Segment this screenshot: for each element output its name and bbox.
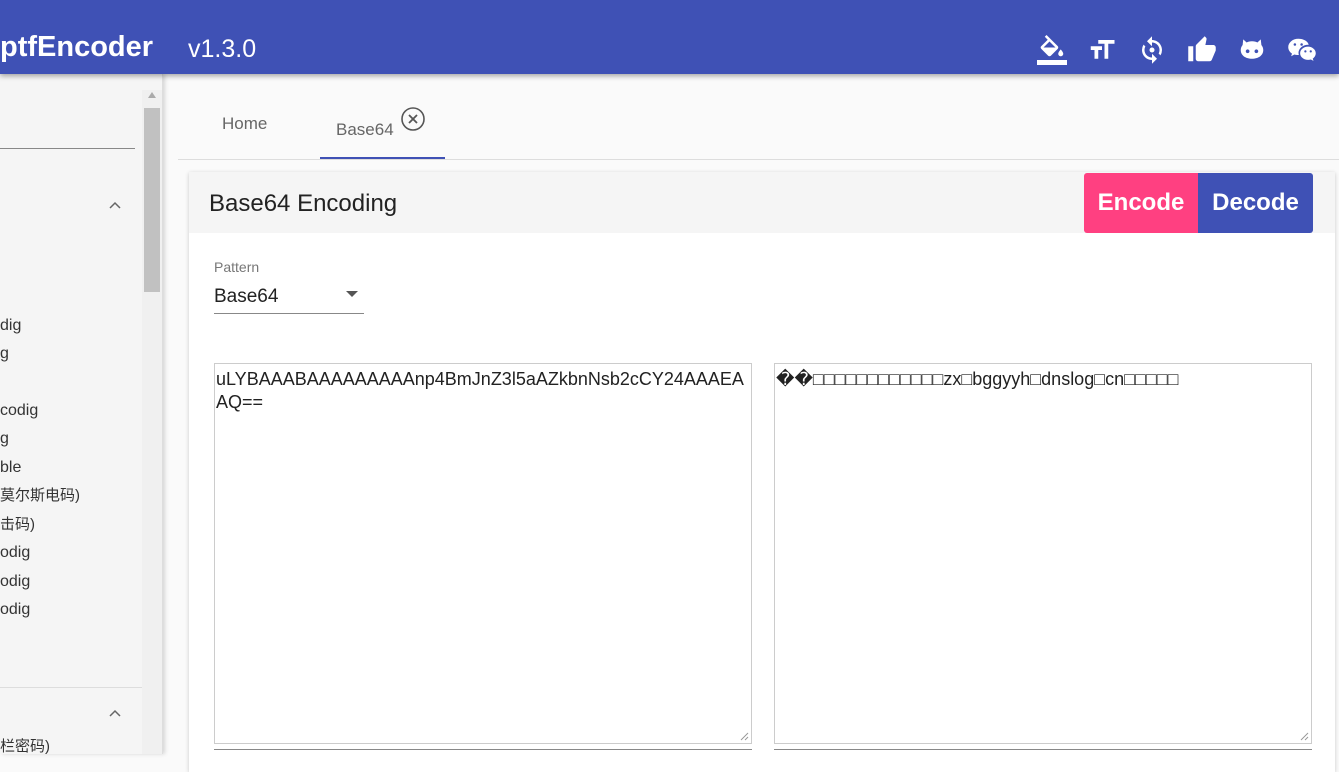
scroll-up-arrow-icon[interactable]	[148, 92, 156, 98]
pattern-value: Base64	[214, 286, 279, 307]
resize-handle-icon[interactable]	[1299, 731, 1309, 741]
thumbs-up-icon[interactable]	[1185, 33, 1219, 67]
input-underline	[214, 749, 752, 750]
tab-base64[interactable]: Base64	[320, 86, 445, 159]
font-size-icon[interactable]	[1085, 33, 1119, 67]
base64-card: Base64 Encoding Encode Decode Pattern Ba…	[189, 172, 1335, 772]
sidebar-item[interactable]: codig	[0, 401, 38, 421]
sidebar-item[interactable]: ble	[0, 458, 21, 478]
app-bar: ptfEncoder v1.3.0	[0, 0, 1339, 74]
tab-home[interactable]: Home	[178, 86, 313, 159]
scroll-thumb[interactable]	[144, 108, 160, 292]
refresh-icon[interactable]	[1135, 33, 1169, 67]
sidebar-scrollbar[interactable]	[142, 90, 162, 754]
sidebar-divider	[0, 687, 142, 688]
output-textarea[interactable]: ��□□□□□□□□□□□□zx□bggyyh□dnslog□cn□□□□□	[774, 363, 1312, 744]
input-text: uLYBAAABAAAAAAAAAnp4BmJnZ3l5aAZkbnNsb2cC…	[216, 369, 744, 412]
sidebar-item[interactable]: odig	[0, 543, 30, 563]
chevron-up-icon[interactable]	[106, 198, 124, 210]
app-version: v1.3.0	[188, 35, 257, 63]
chevron-up-icon[interactable]	[106, 706, 124, 718]
sidebar-item[interactable]: dig	[0, 316, 21, 336]
dropdown-arrow-icon	[346, 291, 358, 297]
tab-bar: Home Base64	[178, 86, 1339, 160]
input-textarea[interactable]: uLYBAAABAAAAAAAAAnp4BmJnZ3l5aAZkbnNsb2cC…	[214, 363, 752, 744]
resize-handle-icon[interactable]	[739, 731, 749, 741]
encode-button[interactable]: Encode	[1084, 173, 1198, 233]
output-underline	[774, 749, 1312, 750]
app-title: ptfEncoder	[0, 31, 154, 63]
wechat-icon[interactable]	[1285, 33, 1319, 67]
card-title: Base64 Encoding	[209, 190, 398, 217]
pattern-select[interactable]: Base64	[214, 280, 364, 314]
github-icon[interactable]	[1235, 33, 1269, 67]
pattern-label: Pattern	[214, 259, 260, 275]
sidebar-item[interactable]: odig	[0, 600, 30, 620]
sidebar-item[interactable]: 击码)	[0, 515, 35, 535]
decode-button[interactable]: Decode	[1198, 173, 1313, 233]
sidebar-item[interactable]: g	[0, 429, 9, 449]
tab-base64-label: Base64	[336, 120, 394, 139]
sidebar-item[interactable]: 莫尔斯电码)	[0, 486, 80, 506]
tab-home-label: Home	[222, 114, 268, 133]
sidebar-search-underline	[0, 148, 135, 149]
output-text: ��□□□□□□□□□□□□zx□bggyyh□dnslog□cn□□□□□	[776, 369, 1179, 389]
card-header: Base64 Encoding Encode Decode	[189, 172, 1335, 233]
close-tab-icon[interactable]	[400, 106, 426, 132]
sidebar: dig g codig g ble 莫尔斯电码) 击码) odig odig o…	[0, 74, 163, 754]
sidebar-item[interactable]: g	[0, 344, 9, 364]
paint-bucket-icon[interactable]	[1035, 33, 1069, 67]
sidebar-item[interactable]: odig	[0, 572, 30, 592]
sidebar-item[interactable]: 栏密码)	[0, 737, 50, 754]
